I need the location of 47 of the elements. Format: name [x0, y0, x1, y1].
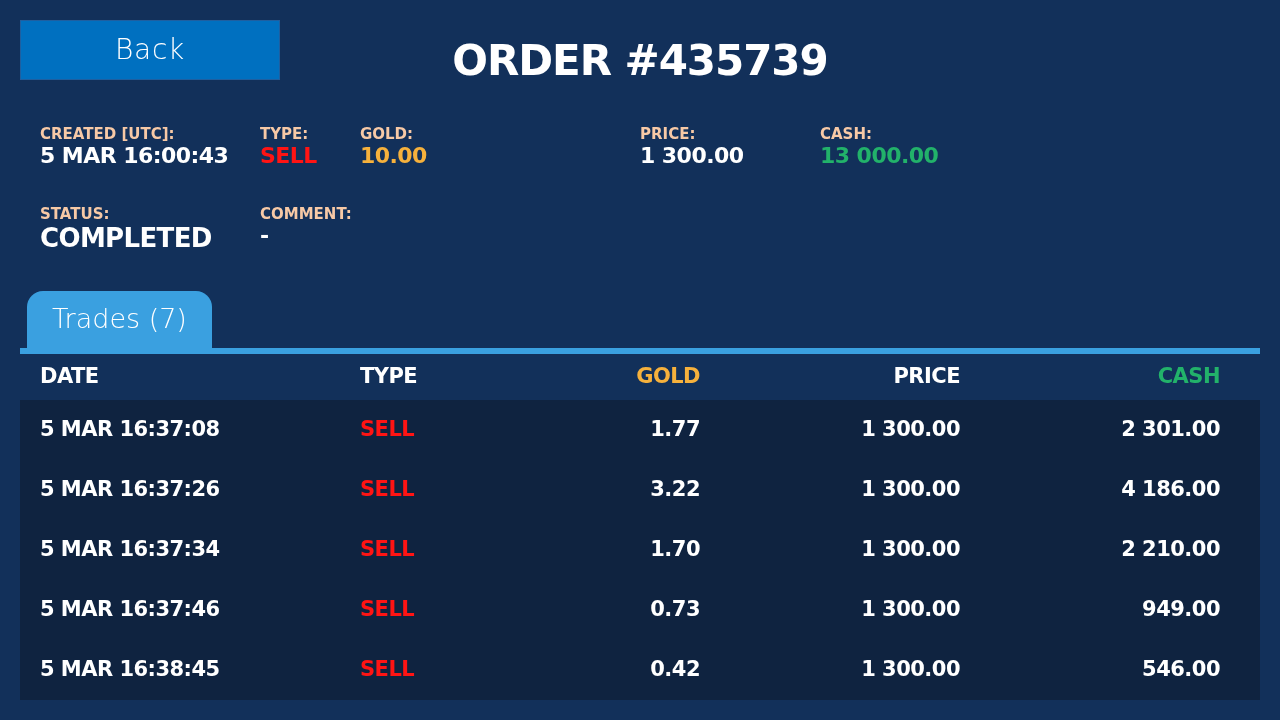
- field-value: 13 000.00: [820, 143, 939, 169]
- order-title: ORDER #435739: [452, 37, 828, 85]
- amount-cell: 0.42: [650, 657, 700, 682]
- date-cell: 5 MAR 16:37:46: [40, 597, 220, 622]
- amount-cell: 1.70: [650, 537, 700, 562]
- field-label: STATUS:: [40, 205, 110, 223]
- field-value: 5 MAR 16:00:43: [40, 143, 229, 169]
- total-cell: 2 210.00: [1121, 537, 1220, 562]
- price-cell: 1 300.00: [861, 537, 960, 562]
- date-cell: 5 MAR 16:37:26: [40, 477, 220, 502]
- column-header: PRICE: [893, 364, 960, 389]
- field-value: -: [260, 223, 269, 249]
- tab[interactable]: Trades (7): [27, 291, 212, 348]
- price-cell: 1 300.00: [861, 597, 960, 622]
- back-button[interactable]: Back: [20, 20, 280, 80]
- field-label: TYPE:: [260, 125, 309, 143]
- column-header: GOLD: [636, 364, 700, 389]
- column-header: TYPE: [360, 364, 418, 389]
- field-label: CREATED [UTC]:: [40, 125, 175, 143]
- price-cell: 1 300.00: [861, 477, 960, 502]
- field-label: COMMENT:: [260, 205, 352, 223]
- field-label: PRICE:: [640, 125, 696, 143]
- trade-type-cell: SELL: [360, 657, 415, 682]
- column-header: DATE: [40, 364, 99, 389]
- field-value: COMPLETED: [40, 223, 212, 253]
- trade-type-cell: SELL: [360, 417, 415, 442]
- column-header: CASH: [1157, 364, 1220, 389]
- field-label: CASH:: [820, 125, 872, 143]
- date-cell: 5 MAR 16:37:34: [40, 537, 220, 562]
- price-cell: 1 300.00: [861, 657, 960, 682]
- field-label: GOLD:: [360, 125, 414, 143]
- field-value: SELL: [260, 143, 317, 169]
- price-cell: 1 300.00: [861, 417, 960, 442]
- amount-cell: 3.22: [650, 477, 700, 502]
- total-cell: 949.00: [1142, 597, 1220, 622]
- trade-type-cell: SELL: [360, 537, 415, 562]
- amount-cell: 0.73: [650, 597, 700, 622]
- field-value: 10.00: [360, 143, 427, 169]
- date-cell: 5 MAR 16:38:45: [40, 657, 220, 682]
- date-cell: 5 MAR 16:37:08: [40, 417, 220, 442]
- trade-type-cell: SELL: [360, 477, 415, 502]
- total-cell: 2 301.00: [1121, 417, 1220, 442]
- trade-type-cell: SELL: [360, 597, 415, 622]
- total-cell: 546.00: [1142, 657, 1220, 682]
- amount-cell: 1.77: [650, 417, 700, 442]
- field-value: 1 300.00: [640, 143, 744, 169]
- total-cell: 4 186.00: [1121, 477, 1220, 502]
